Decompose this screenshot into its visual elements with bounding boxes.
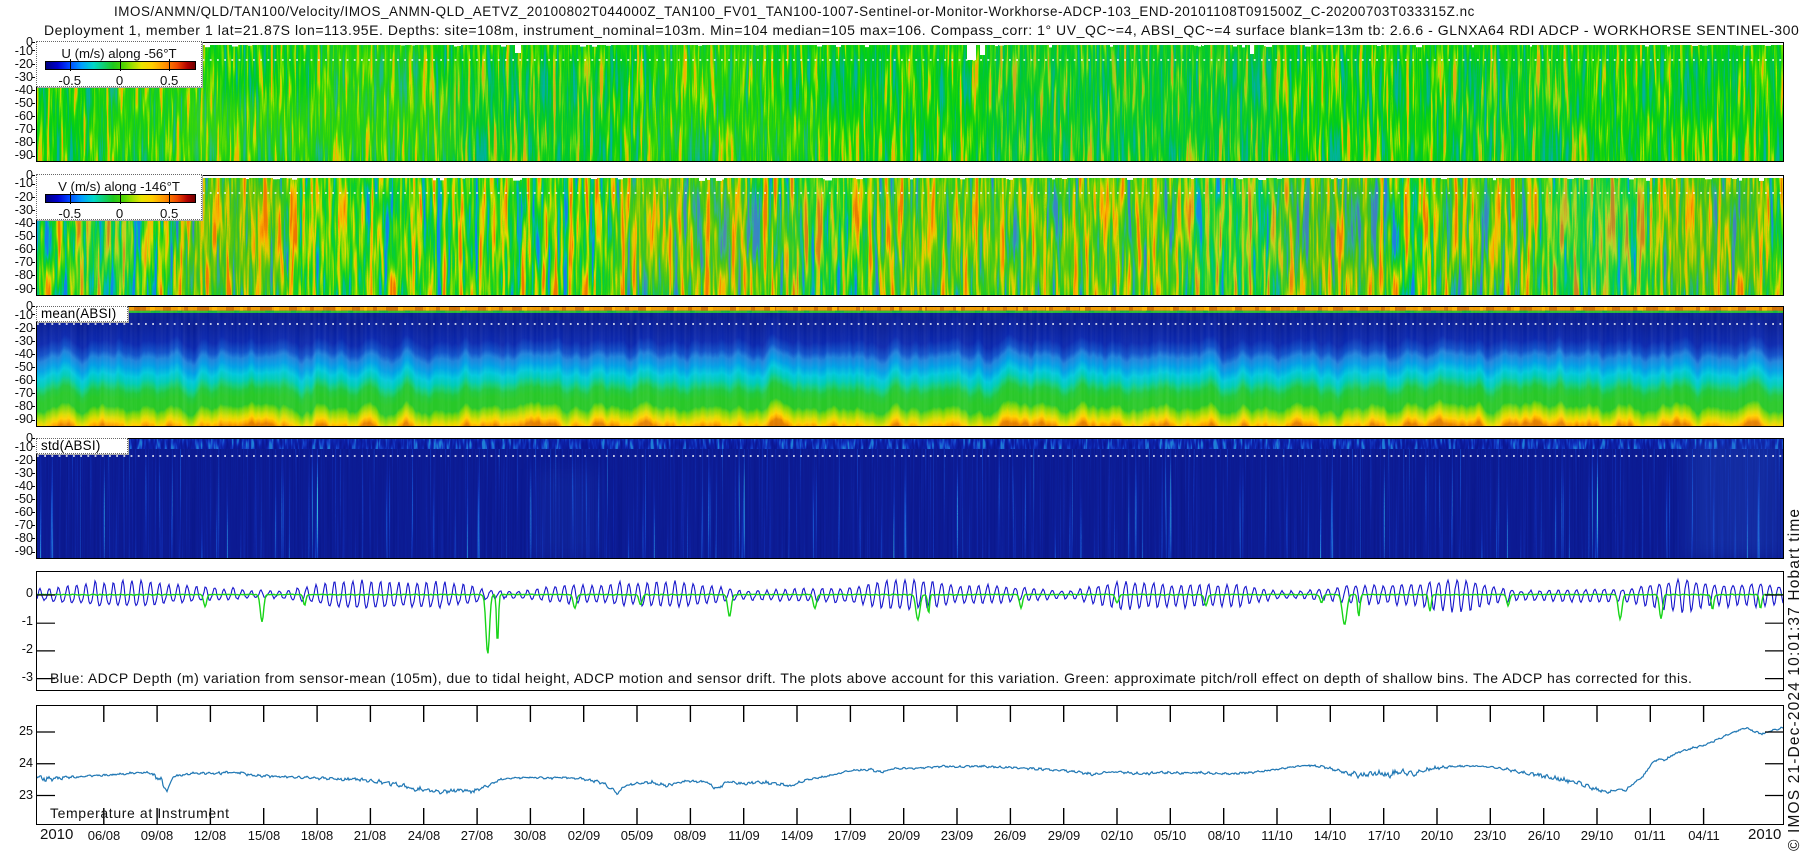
svg-text:Blue: ADCP Depth (m) variation: Blue: ADCP Depth (m) variation from sens… <box>50 670 1692 686</box>
svg-text:Temperature at Instrument: Temperature at Instrument <box>50 805 230 821</box>
